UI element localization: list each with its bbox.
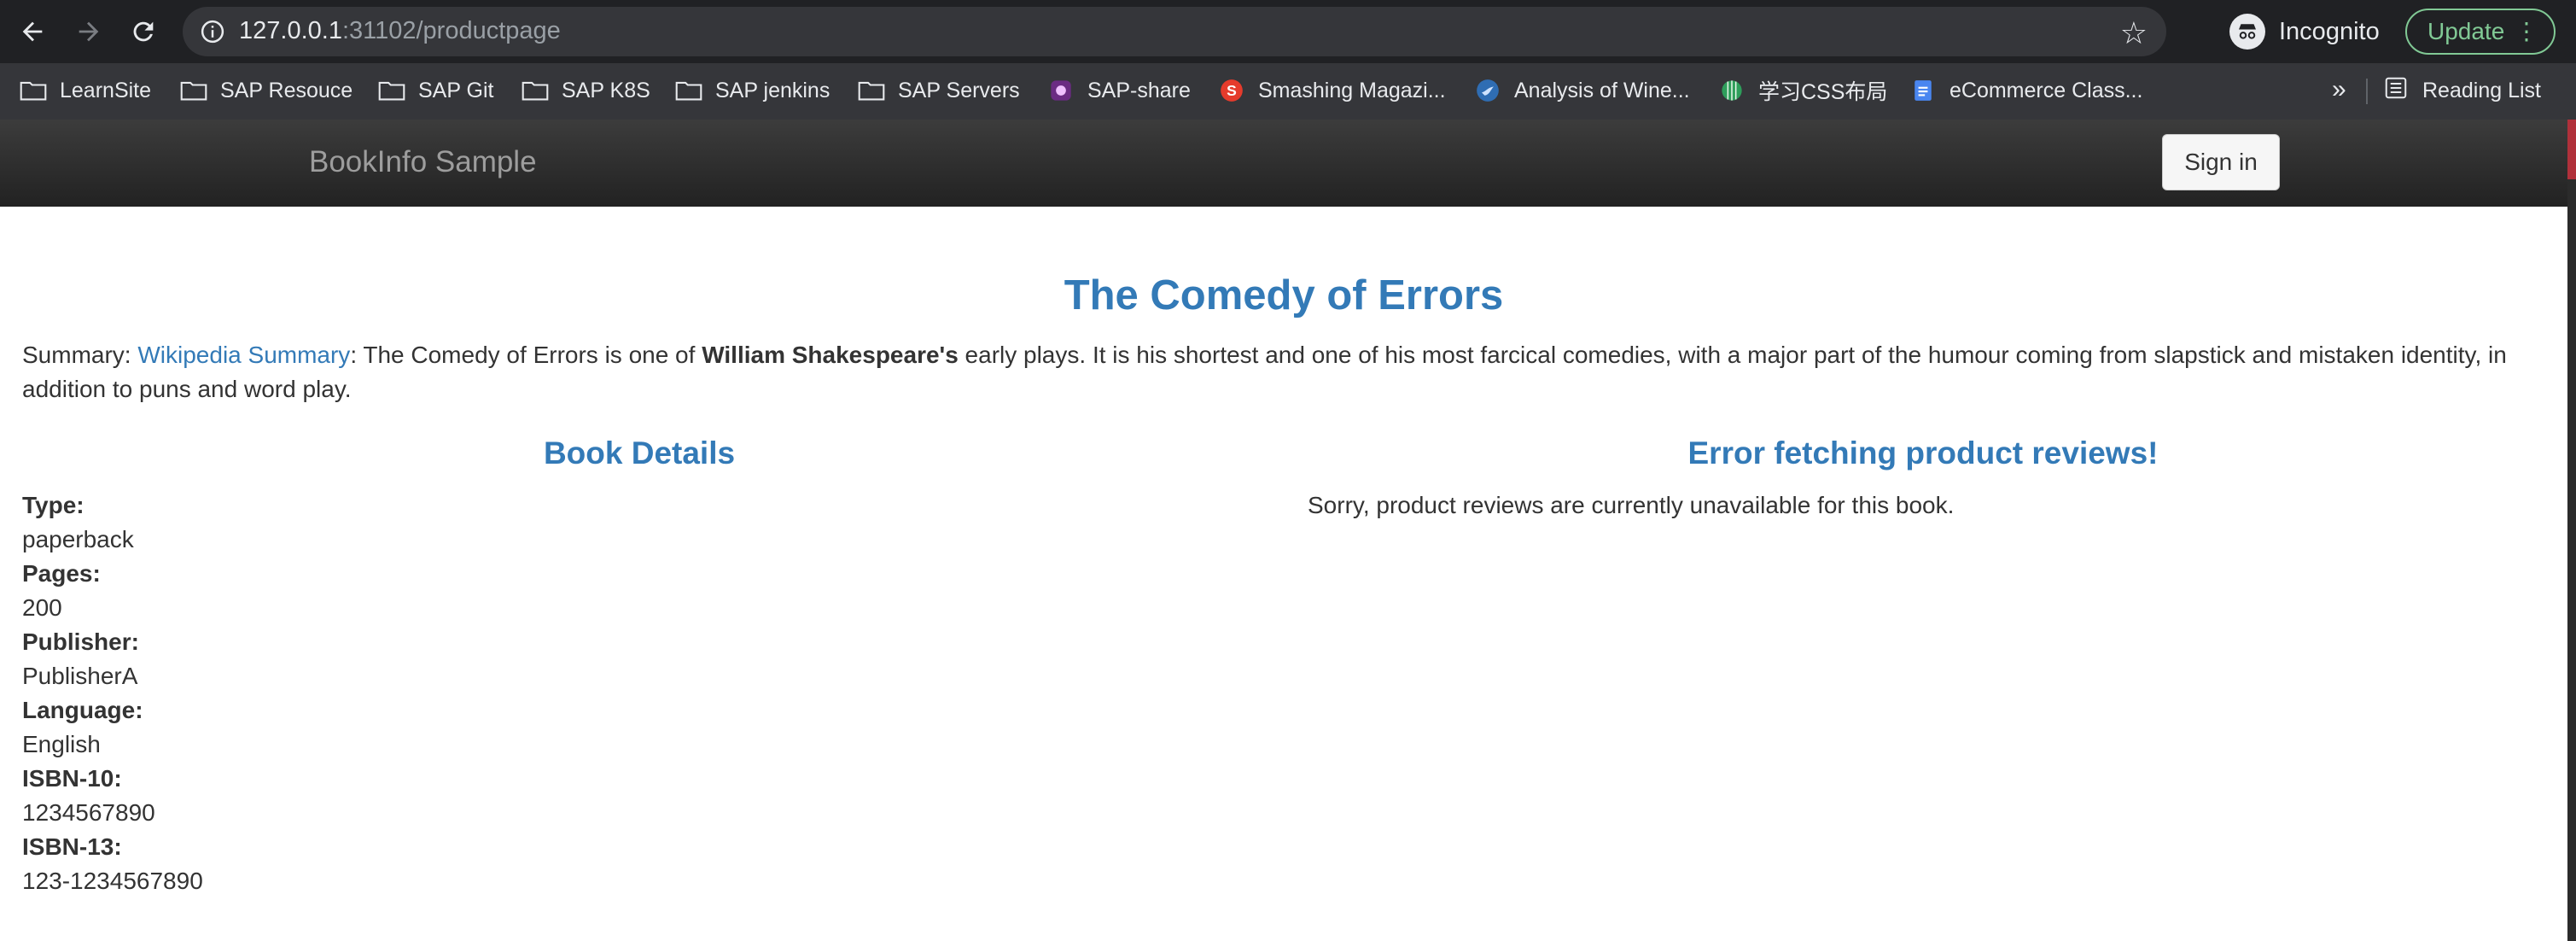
address-bar[interactable]: 127.0.0.1:31102/productpage ☆ [183,7,2166,56]
detail-value: paperback [22,526,134,552]
profile-label: Incognito [2279,17,2380,45]
bookmark-label: SAP K8S [562,78,650,102]
bookmarks-divider [2366,79,2368,104]
forward-icon[interactable] [72,15,106,49]
bookmark-label: 学习CSS布局 [1758,80,1888,104]
back-icon[interactable] [15,15,50,49]
site-navbar: BookInfo Sample Sign in [0,120,2567,207]
bookmark-label: LearnSite [60,78,152,102]
scrollbar-edge [2567,120,2576,179]
detail-value: 1234567890 [22,799,155,826]
detail-label: Type: [22,492,85,518]
bookmark-item[interactable]: SAP jenkins [674,73,830,108]
reading-list-button[interactable]: Reading List [2383,73,2541,108]
sign-in-button[interactable]: Sign in [2162,134,2280,190]
url-path: :31102/productpage [341,17,561,44]
bird-icon [1473,78,1502,103]
smashing-icon: S [1217,78,1246,103]
bookmark-label: Analysis of Wine... [1514,78,1690,102]
reading-list-label: Reading List [2422,78,2541,102]
folder-icon [19,78,48,103]
detail-value: PublisherA [22,663,138,689]
folder-icon [179,78,208,103]
bookmarks-bar: LearnSite SAP Resouce SAP Git SAP K8S SA… [0,63,2576,120]
app-icon [1046,78,1075,103]
bookmark-item[interactable]: SAP Resouce [179,73,353,108]
reviews-error-heading: Error fetching product reviews! [1687,435,2159,470]
folder-icon [377,78,406,103]
bookmarks-overflow-button[interactable]: » [2332,75,2346,104]
navbar-brand[interactable]: BookInfo Sample [309,145,537,179]
svg-text:S: S [1227,82,1237,99]
update-label: Update [2427,18,2505,44]
summary-author: William Shakespeare's [702,342,959,368]
wikipedia-summary-link[interactable]: Wikipedia Summary [137,342,350,368]
bookmark-item[interactable]: SAP-share [1046,73,1191,108]
update-button[interactable]: Update ⋮ [2405,9,2556,55]
summary-prefix: Summary: [22,342,138,368]
bookmark-label: Smashing Magazi... [1258,78,1446,102]
browser-toolbar: 127.0.0.1:31102/productpage ☆ Incognito … [0,0,2576,63]
scrollbar[interactable] [2567,120,2576,941]
bookmark-label: SAP Servers [898,78,1020,102]
bookmark-star-icon[interactable]: ☆ [2120,15,2148,51]
book-title: The Comedy of Errors [1064,272,1504,319]
bookmark-item[interactable]: eCommerce Class... [1909,73,2142,108]
bookmark-label: SAP Resouce [220,78,353,102]
detail-label: Publisher: [22,628,139,655]
bookmark-item[interactable]: LearnSite [19,73,151,108]
bookmark-label: SAP jenkins [715,78,830,102]
folder-icon [674,78,703,103]
more-menu-icon[interactable]: ⋮ [2515,19,2538,44]
bookmark-item[interactable]: Analysis of Wine... [1473,73,1690,108]
bookmark-item[interactable]: SAP Servers [857,73,1020,108]
bookmark-item[interactable]: SAP K8S [521,73,650,108]
doc-icon [1909,78,1938,103]
summary-text: : The Comedy of Errors is one of [350,342,702,368]
url-host: 127.0.0.1 [239,17,342,44]
bookmark-item[interactable]: SAP Git [377,73,493,108]
incognito-icon [2229,14,2265,50]
globe-icon [1717,78,1746,103]
url-text[interactable]: 127.0.0.1:31102/productpage [239,17,561,45]
detail-label: ISBN-13: [22,833,122,860]
reviews-unavailable-message: Sorry, product reviews are currently una… [1308,492,1955,518]
detail-label: Pages: [22,560,101,587]
bookmark-label: SAP Git [418,78,494,102]
site-info-icon[interactable] [200,19,225,44]
incognito-profile[interactable]: Incognito [2229,12,2380,51]
folder-icon [521,78,550,103]
bookmark-item[interactable]: S Smashing Magazi... [1217,73,1446,108]
bookmark-label: eCommerce Class... [1949,78,2143,102]
detail-value: English [22,731,101,757]
reload-icon[interactable] [126,15,160,49]
bookmark-label: SAP-share [1087,78,1191,102]
detail-label: ISBN-10: [22,765,122,792]
folder-icon [857,78,886,103]
bookmark-item[interactable]: 学习CSS布局 [1717,73,1887,108]
book-details-list: Type: paperback Pages: 200 Publisher: Pu… [22,488,203,898]
detail-value: 200 [22,594,62,621]
detail-label: Language: [22,697,143,723]
book-summary: Summary: Wikipedia Summary: The Comedy o… [22,338,2557,406]
book-details-heading: Book Details [543,435,736,470]
detail-value: 123-1234567890 [22,868,203,894]
reading-list-icon [2383,75,2409,107]
